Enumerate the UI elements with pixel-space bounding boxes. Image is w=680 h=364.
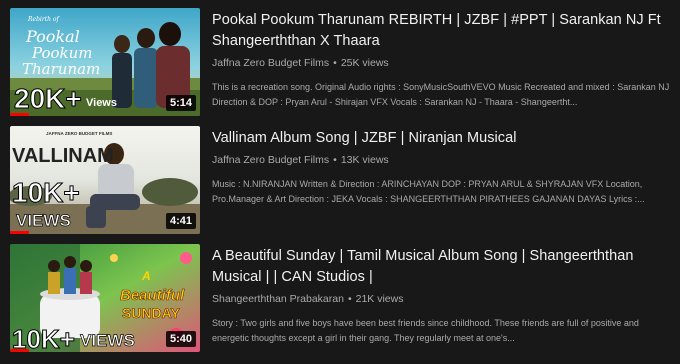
video-item[interactable]: A Beautiful SUNDAY 10K+ VIEWS 5:40 A Bea… [0,244,680,354]
video-description: This is a recreation song. Original Audi… [212,82,670,107]
view-count: 25K views [340,57,389,69]
thumb-title-line: Beautiful [120,287,185,304]
thumb-view-count: 10K+ [12,177,80,208]
channel-name[interactable]: Jaffna Zero Budget Films [212,57,329,69]
thumb-view-suffix: VIEWS [16,211,71,230]
thumb-badge: JAFFNA ZERO BUDGET FILMS [46,131,112,136]
thumb-badge: Rebirth of [27,16,60,23]
thumb-view-count: 20K+ [14,83,82,114]
video-meta: Shangeerththan Prabakaran • 21K views [212,292,672,306]
channel-name[interactable]: Jaffna Zero Budget Films [212,154,329,166]
duration-badge: 4:41 [165,213,196,229]
video-info: A Beautiful Sunday | Tamil Musical Album… [212,246,672,346]
thumb-title-line: VALLINAM [12,145,114,167]
video-title[interactable]: A Beautiful Sunday | Tamil Musical Album… [212,246,672,288]
thumb-title-line: SUNDAY [122,305,180,321]
video-description: Music : N.NIRANJAN Written & Direction :… [212,179,645,204]
separator-dot: • [333,57,337,69]
video-item[interactable]: Rebirth of Pookal Pookum Tharunam 20K+ V… [0,8,680,118]
separator-dot: • [347,293,352,305]
video-list: Rebirth of Pookal Pookum Tharunam 20K+ V… [0,0,680,364]
watch-progress-bar [10,231,29,234]
video-thumbnail[interactable]: JAFFNA ZERO BUDGET FILMS VALLINAM 10K+ V… [10,126,200,234]
video-title[interactable]: Vallinam Album Song | JZBF | Niranjan Mu… [212,128,672,149]
thumb-title-line: Tharunam [22,60,100,78]
duration-badge: 5:14 [165,95,196,111]
watch-progress-bar [10,113,29,116]
video-info: Pookal Pookum Tharunam REBIRTH | JZBF | … [212,10,672,110]
video-description: Story : Two girls and five boys have bee… [212,318,639,343]
view-count: 21K views [355,293,404,305]
channel-name[interactable]: Shangeerththan Prabakaran [212,293,344,305]
thumb-view-count: 10K+ [12,324,75,352]
thumb-view-suffix: VIEWS [80,331,135,350]
video-meta: Jaffna Zero Budget Films • 13K views [212,153,672,167]
watch-progress-bar [10,349,29,352]
video-thumbnail[interactable]: A Beautiful SUNDAY 10K+ VIEWS 5:40 [10,244,200,352]
view-count: 13K views [340,154,389,166]
video-thumbnail[interactable]: Rebirth of Pookal Pookum Tharunam 20K+ V… [10,8,200,116]
thumb-title-line: A [141,269,151,283]
video-title[interactable]: Pookal Pookum Tharunam REBIRTH | JZBF | … [212,10,672,52]
thumb-view-suffix: Views [86,97,117,109]
duration-badge: 5:40 [165,331,196,347]
video-meta: Jaffna Zero Budget Films • 25K views [212,56,672,70]
video-item[interactable]: JAFFNA ZERO BUDGET FILMS VALLINAM 10K+ V… [0,126,680,236]
video-info: Vallinam Album Song | JZBF | Niranjan Mu… [212,128,672,207]
separator-dot: • [333,154,337,166]
